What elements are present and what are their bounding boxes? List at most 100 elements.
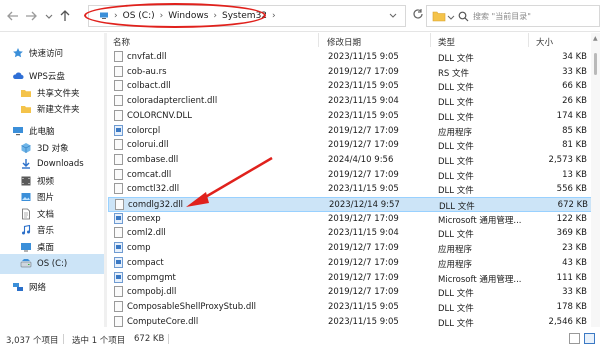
file-name: coloradapterclient.dll <box>127 96 218 107</box>
file-type: DLL 文件 <box>438 112 474 123</box>
file-type: DLL 文件 <box>438 54 474 64</box>
refresh-button[interactable] <box>412 8 426 22</box>
sidebar-item-label: 此电脑 <box>29 127 55 137</box>
file-type: Microsoft 通用管理... <box>438 274 522 285</box>
file-row[interactable]: colorcpl 2019/12/7 17:09 应用程序 85 KB <box>108 124 600 139</box>
sidebar-item-label: 共享文件夹 <box>37 89 80 99</box>
file-row[interactable]: coloradapterclient.dll 2023/11/15 9:04 DLL… <box>108 94 600 109</box>
dll-file-icon <box>114 168 123 180</box>
file-name: comctl32.dll <box>127 184 180 195</box>
file-date: 2019/12/7 17:09 <box>328 125 399 136</box>
sidebar-item-os-drive[interactable]: OS (C:) <box>0 254 104 274</box>
sidebar-item-label: 视频 <box>37 177 55 187</box>
download-icon <box>22 159 30 169</box>
file-list-scrollbar[interactable]: ▲ <box>591 33 600 327</box>
column-header-type[interactable]: 类型 <box>438 36 455 50</box>
sidebar-item-network[interactable]: 网络 <box>0 277 104 297</box>
sidebar-item-new-folder[interactable]: 新建文件夹 <box>0 99 104 119</box>
chevron-down-icon <box>45 14 53 19</box>
file-type: DLL 文件 <box>438 186 474 197</box>
file-size: 111 KB <box>556 272 587 283</box>
dll-file-icon <box>114 227 123 239</box>
file-type: 应用程序 <box>438 259 473 270</box>
file-size: 2,546 KB <box>548 316 587 327</box>
search-placeholder: 搜索 "当前目录" <box>473 12 531 21</box>
breadcrumb-windows[interactable]: Windows <box>168 11 208 21</box>
sidebar-item-quick-access[interactable]: 快速访问 <box>0 43 104 63</box>
scrollbar-thumb[interactable] <box>594 53 597 75</box>
file-list: ^ 名称 修改日期 类型 大小 cnvfat.dll 2023/11/15 9:0… <box>108 33 600 327</box>
file-row[interactable]: cob-au.rs 2019/12/7 17:09 RS 文件 33 KB <box>108 65 600 80</box>
music-icon <box>22 224 31 235</box>
file-row-selected[interactable]: comdlg32.dll 2023/12/14 9:57 DLL 文件 672 KB <box>108 197 600 212</box>
file-date: 2023/11/15 9:05 <box>328 81 399 92</box>
app-icon <box>114 242 123 254</box>
file-type: DLL 文件 <box>438 289 474 300</box>
file-row[interactable]: coml2.dll 2023/11/15 9:04 DLL 文件 369 KB <box>108 226 600 241</box>
dll-file-icon <box>114 51 123 62</box>
file-row[interactable]: comp 2019/12/7 17:09 应用程序 23 KB <box>108 241 600 256</box>
file-row[interactable]: ComposableShellProxyStub.dll 2023/11/15 9… <box>108 300 600 315</box>
sidebar-item-label: 图片 <box>37 193 55 203</box>
file-row[interactable]: COLORCNV.DLL 2023/11/15 9:05 DLL 文件 174 KB <box>108 109 600 124</box>
back-button[interactable] <box>6 9 20 23</box>
column-header-name[interactable]: 名称 <box>113 36 130 50</box>
large-icons-view-button[interactable] <box>584 333 595 344</box>
address-history-dropdown[interactable] <box>389 11 397 21</box>
app-icon <box>114 124 123 136</box>
sidebar-item-label: 快速访问 <box>29 49 64 59</box>
up-button[interactable] <box>58 9 72 23</box>
file-icon <box>114 65 123 77</box>
file-size: 369 KB <box>556 228 587 239</box>
dll-file-icon <box>115 199 124 210</box>
file-name: combase.dll <box>127 154 179 165</box>
column-divider[interactable] <box>528 33 529 47</box>
dll-file-icon <box>114 109 123 121</box>
forward-button[interactable] <box>24 9 38 23</box>
file-row[interactable]: compact 2019/12/7 17:09 应用程序 43 KB <box>108 256 600 271</box>
sidebar-item-label: Downloads <box>37 159 84 169</box>
file-date: 2019/12/7 17:09 <box>328 66 399 77</box>
app-icon <box>114 271 123 283</box>
arrow-left-icon <box>7 11 18 21</box>
file-date: 2024/4/10 9:56 <box>328 154 394 165</box>
file-row[interactable]: cnvfat.dll 2023/11/15 9:05 DLL 文件 34 KB <box>108 50 600 65</box>
file-size: 26 KB <box>562 96 587 107</box>
sort-ascending-icon: ^ <box>378 33 384 38</box>
sidebar-item-label: 3D 对象 <box>37 144 69 154</box>
file-date: 2023/11/15 9:04 <box>328 228 399 239</box>
column-divider[interactable] <box>430 33 431 47</box>
scroll-up-icon[interactable]: ▲ <box>593 35 598 42</box>
breadcrumb-system32[interactable]: System32 <box>222 11 267 21</box>
sidebar-scrollbar[interactable] <box>104 33 107 327</box>
file-row[interactable]: colorui.dll 2019/12/7 17:09 DLL 文件 81 KB <box>108 138 600 153</box>
column-header-size[interactable]: 大小 <box>536 36 553 50</box>
file-type: DLL 文件 <box>438 318 474 327</box>
file-size: 556 KB <box>556 184 587 195</box>
search-input[interactable]: 搜索 "当前目录" <box>426 5 600 27</box>
recent-locations-button[interactable] <box>42 9 56 23</box>
details-view-button[interactable] <box>569 333 580 344</box>
drive-icon <box>20 259 32 268</box>
picture-icon <box>21 193 31 201</box>
file-type: 应用程序 <box>438 245 473 256</box>
file-row[interactable]: compmgmt 2019/12/7 17:09 Microsoft 通用管理...… <box>108 271 600 286</box>
file-date: 2023/11/15 9:04 <box>328 96 399 107</box>
file-row[interactable]: combase.dll 2024/4/10 9:56 DLL 文件 2,573 KB <box>108 153 600 168</box>
address-bar[interactable]: › OS (C:) › Windows › System32 › <box>88 5 406 27</box>
column-divider[interactable] <box>318 33 319 47</box>
file-row[interactable]: colbact.dll 2023/11/15 9:05 DLL 文件 66 KB <box>108 79 600 94</box>
file-row[interactable]: comcat.dll 2019/12/7 17:09 DLL 文件 13 KB <box>108 168 600 183</box>
file-name: ComposableShellProxyStub.dll <box>127 301 256 312</box>
breadcrumb: › OS (C:) › Windows › System32 › <box>99 6 276 26</box>
file-row[interactable]: compobj.dll 2019/12/7 17:09 DLL 文件 33 KB <box>108 285 600 300</box>
file-row[interactable]: ComputeCore.dll 2023/11/15 9:05 DLL 文件 2,54… <box>108 315 600 327</box>
file-name: comdlg32.dll <box>128 200 183 210</box>
column-header-date[interactable]: 修改日期 <box>327 36 361 50</box>
file-name: colorui.dll <box>127 140 169 151</box>
file-size: 81 KB <box>562 140 587 151</box>
file-type: DLL 文件 <box>438 142 474 153</box>
breadcrumb-drive[interactable]: OS (C:) <box>123 11 155 21</box>
file-row[interactable]: comexp 2019/12/7 17:09 Microsoft 通用管理... 12… <box>108 212 600 227</box>
file-row[interactable]: comctl32.dll 2023/11/15 9:05 DLL 文件 556 KB <box>108 182 600 197</box>
